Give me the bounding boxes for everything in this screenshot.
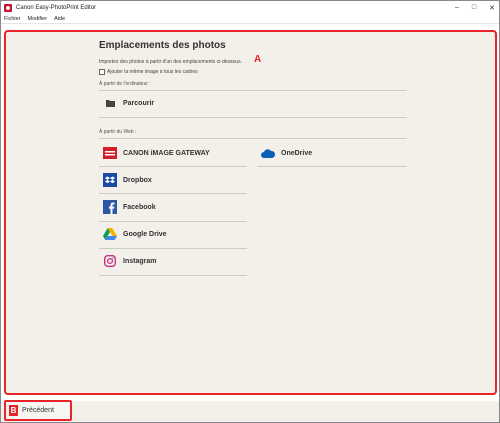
annotation-marker-a: A [254, 54, 262, 65]
divider [99, 193, 247, 194]
app-logo-icon [4, 3, 12, 12]
divider [99, 248, 247, 249]
dropbox-icon [103, 173, 117, 187]
divider [99, 275, 247, 276]
menu-bar: Fichier Modifier Aide [1, 14, 499, 24]
menu-aide[interactable]: Aide [54, 16, 65, 22]
maximize-button[interactable]: □ [472, 4, 476, 11]
back-button[interactable]: B Précédent [4, 400, 72, 421]
divider [99, 138, 407, 139]
service-label: Dropbox [123, 176, 152, 184]
divider [99, 221, 247, 222]
photo-locations-panel: Emplacements des photos A Importez des p… [4, 30, 497, 395]
google-drive-icon [103, 227, 117, 241]
service-facebook[interactable]: Facebook [103, 200, 156, 214]
close-button[interactable]: ✕ [489, 4, 495, 12]
minimize-button[interactable]: – [455, 4, 459, 11]
browse-button[interactable]: Parcourir [103, 96, 154, 110]
divider [99, 117, 407, 118]
service-label: OneDrive [281, 149, 313, 157]
browse-label: Parcourir [123, 99, 155, 107]
folder-icon [103, 96, 117, 110]
service-label: Facebook [123, 203, 156, 211]
service-label: CANON iMAGE GATEWAY [123, 149, 210, 157]
same-image-checkbox[interactable] [99, 69, 105, 75]
menu-modifier[interactable]: Modifier [28, 16, 48, 22]
window-title: Canon Easy-PhotoPrint Editor [16, 4, 97, 11]
menu-fichier[interactable]: Fichier [4, 16, 21, 22]
computer-section-label: À partir de l'ordinateur : [99, 81, 151, 87]
web-section-label: À partir du Web : [99, 129, 137, 135]
canon-image-gateway-icon [103, 146, 117, 160]
service-instagram[interactable]: Instagram [103, 254, 156, 268]
service-canon-image-gateway[interactable]: CANON iMAGE GATEWAY [103, 146, 210, 160]
footer-bar [1, 401, 499, 422]
service-label: Instagram [123, 257, 157, 265]
same-image-checkbox-row[interactable]: Ajouter la même image à tous les cadres [99, 69, 198, 75]
service-dropbox[interactable]: Dropbox [103, 173, 152, 187]
facebook-icon [103, 200, 117, 214]
service-onedrive[interactable]: OneDrive [261, 146, 312, 160]
divider [99, 166, 247, 167]
instagram-icon [103, 254, 117, 268]
page-title: Emplacements des photos [99, 40, 226, 51]
title-bar: Canon Easy-PhotoPrint Editor – □ ✕ [1, 1, 499, 14]
service-label: Google Drive [123, 230, 167, 238]
app-window: Canon Easy-PhotoPrint Editor – □ ✕ Fichi… [0, 0, 500, 423]
service-google-drive[interactable]: Google Drive [103, 227, 167, 241]
back-button-label: Précédent [22, 407, 54, 414]
annotation-marker-b: B [9, 405, 18, 416]
divider [257, 166, 407, 167]
onedrive-icon [261, 146, 275, 160]
same-image-checkbox-label: Ajouter la même image à tous les cadres [107, 69, 198, 75]
window-controls: – □ ✕ [455, 1, 495, 14]
divider [99, 90, 407, 91]
page-subtitle: Importez des photos à partir d'un des em… [99, 59, 242, 65]
